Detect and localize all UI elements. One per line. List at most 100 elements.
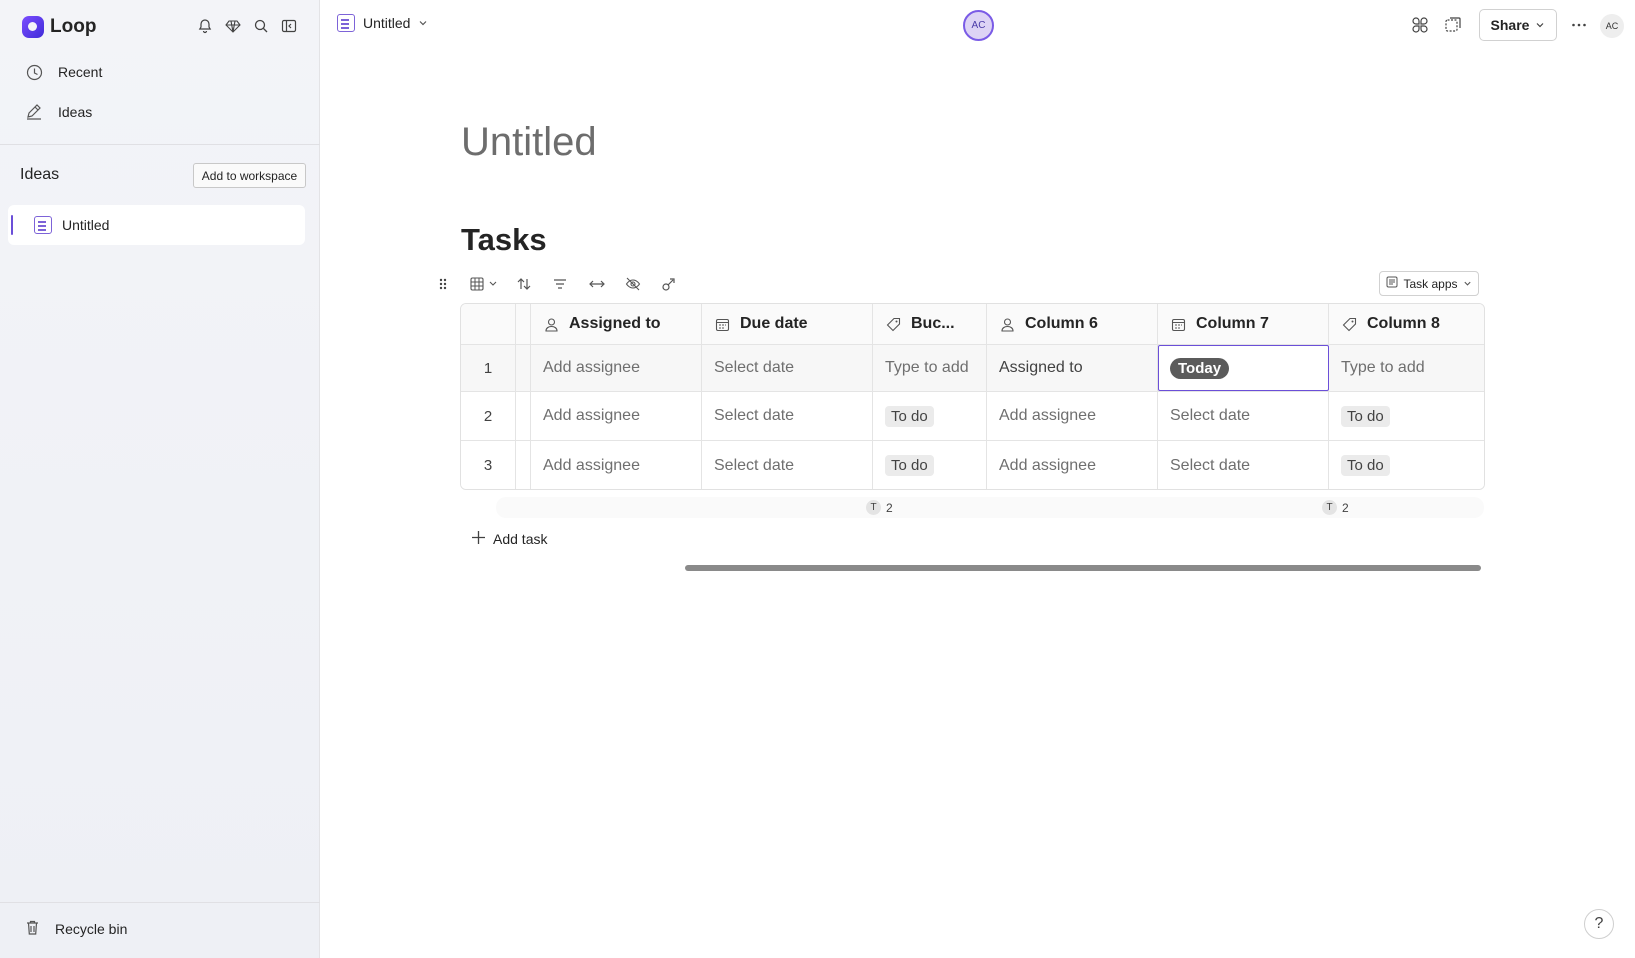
bucket-pill[interactable]: To do (885, 405, 934, 427)
column-8-cell[interactable]: To do (1329, 441, 1484, 489)
filter-icon[interactable] (550, 272, 570, 296)
sidebar-page-label: Untitled (62, 217, 110, 233)
plus-icon (471, 529, 486, 549)
table-view-icon[interactable] (466, 272, 506, 296)
app-name: Loop (50, 16, 97, 37)
pen-icon (24, 102, 44, 122)
sort-icon[interactable] (514, 272, 534, 296)
column-header-column-6[interactable]: Column 6 (987, 304, 1158, 344)
table-row: 3 Add assignee Select date To do Add ass… (461, 441, 1484, 489)
add-task-label: Add task (493, 531, 548, 547)
column-8-cell[interactable]: Type to add (1329, 345, 1484, 391)
row-handle[interactable] (516, 345, 531, 391)
recycle-bin-link[interactable]: Recycle bin (24, 919, 127, 939)
cell-value: Select date (714, 407, 795, 424)
chevron-down-icon (418, 15, 428, 31)
column-header-label: Assigned to (569, 315, 661, 332)
diamond-icon[interactable] (224, 17, 242, 35)
hide-columns-icon[interactable] (623, 272, 643, 296)
cell-value: Add assignee (999, 407, 1096, 424)
help-button[interactable]: ? (1584, 909, 1614, 939)
collaborator-avatar[interactable]: AC (963, 10, 994, 41)
column-6-cell[interactable]: Add assignee (987, 392, 1158, 440)
column-header-column-7[interactable]: Column 7 (1158, 304, 1329, 344)
row-handle[interactable] (516, 441, 531, 489)
bucket-cell[interactable]: Type to add (873, 345, 987, 391)
row-handle[interactable] (516, 392, 531, 440)
row-number[interactable]: 1 (461, 345, 516, 391)
column-7-cell[interactable]: Select date (1158, 441, 1329, 489)
sidebar-item-recent[interactable]: Recent (24, 59, 102, 85)
bell-icon[interactable] (196, 17, 214, 35)
trash-icon (24, 919, 41, 939)
column-header-due-date[interactable]: Due date (702, 304, 873, 344)
doc-title-dropdown[interactable]: Untitled (337, 14, 428, 32)
due-date-cell[interactable]: Select date (702, 392, 873, 440)
row-handle-header (516, 304, 531, 344)
chevron-down-icon (1535, 17, 1545, 33)
tasks-heading[interactable]: Tasks (461, 222, 547, 258)
collapse-sidebar-icon[interactable] (280, 17, 298, 35)
sidebar-item-ideas[interactable]: Ideas (24, 99, 92, 125)
column-6-cell[interactable]: Assigned to (987, 345, 1158, 391)
app-brand[interactable]: Loop (22, 16, 96, 38)
workspace-section-title: Ideas (20, 166, 60, 183)
sidebar-item-label: Recent (58, 64, 103, 80)
sidebar-bottom-divider (0, 902, 320, 903)
chevron-down-icon (1463, 277, 1472, 291)
drag-handle-icon[interactable] (436, 272, 450, 296)
tasks-table: Assigned to Due date Buc... Column 6 Col… (460, 303, 1485, 490)
sidebar-page-untitled[interactable]: Untitled (8, 205, 305, 245)
sidebar-divider (0, 144, 320, 145)
assignee-cell[interactable]: Add assignee (531, 392, 702, 440)
today-pill[interactable]: Today (1170, 357, 1230, 379)
add-task-button[interactable]: Add task (471, 529, 547, 549)
sidebar-item-label: Ideas (58, 104, 93, 120)
bucket-pill[interactable]: To do (885, 455, 934, 476)
column-header-bucket[interactable]: Buc... (873, 304, 987, 344)
cell-value: Select date (1170, 456, 1251, 474)
apps-icon[interactable] (1410, 15, 1430, 35)
column-width-icon[interactable] (587, 272, 607, 296)
column-header-column-8[interactable]: Column 8 (1329, 304, 1484, 344)
loop-page-icon (34, 216, 52, 234)
table-header-row: Assigned to Due date Buc... Column 6 Col… (461, 304, 1484, 345)
assignee-cell[interactable]: Add assignee (531, 441, 702, 489)
column-header-assigned-to[interactable]: Assigned to (531, 304, 702, 344)
task-apps-button[interactable]: Task apps (1379, 271, 1479, 296)
horizontal-scrollbar[interactable] (685, 565, 1481, 571)
more-options-icon[interactable] (1569, 15, 1589, 35)
user-avatar[interactable]: AC (1600, 14, 1624, 38)
assignee-cell[interactable]: Add assignee (531, 345, 702, 391)
table-row: 1 Add assignee Select date Type to add A… (461, 345, 1484, 392)
row-number[interactable]: 2 (461, 392, 516, 440)
column-8-summary[interactable]: T 2 (1322, 500, 1349, 515)
column-7-cell[interactable]: Select date (1158, 392, 1329, 440)
bucket-cell[interactable]: To do (873, 441, 987, 489)
cell-value: Type to add (885, 359, 969, 376)
share-button[interactable]: Share (1479, 9, 1557, 41)
cell-value: Add assignee (999, 456, 1096, 474)
bucket-pill[interactable]: To do (1341, 405, 1390, 427)
automation-icon[interactable] (659, 272, 679, 296)
due-date-cell[interactable]: Select date (702, 345, 873, 391)
due-date-cell[interactable]: Select date (702, 441, 873, 489)
column-header-label: Due date (740, 315, 808, 332)
search-icon[interactable] (252, 17, 270, 35)
tag-icon (1341, 316, 1358, 333)
tag-icon (885, 316, 902, 333)
bucket-summary[interactable]: T 2 (866, 500, 893, 515)
row-number[interactable]: 3 (461, 441, 516, 489)
bucket-cell[interactable]: To do (873, 392, 987, 440)
add-to-workspace-button[interactable]: Add to workspace (193, 163, 306, 188)
copy-component-icon[interactable] (1443, 15, 1463, 35)
cell-value: Type to add (1341, 359, 1425, 376)
column-6-cell[interactable]: Add assignee (987, 441, 1158, 489)
column-8-cell[interactable]: To do (1329, 392, 1484, 440)
loop-logo-icon (22, 16, 44, 38)
cell-value: Add assignee (543, 407, 640, 424)
bucket-pill[interactable]: To do (1341, 455, 1390, 476)
column-7-cell-selected[interactable]: Today (1158, 345, 1329, 391)
sidebar-toolbar (196, 17, 298, 35)
page-title[interactable]: Untitled (461, 120, 597, 165)
